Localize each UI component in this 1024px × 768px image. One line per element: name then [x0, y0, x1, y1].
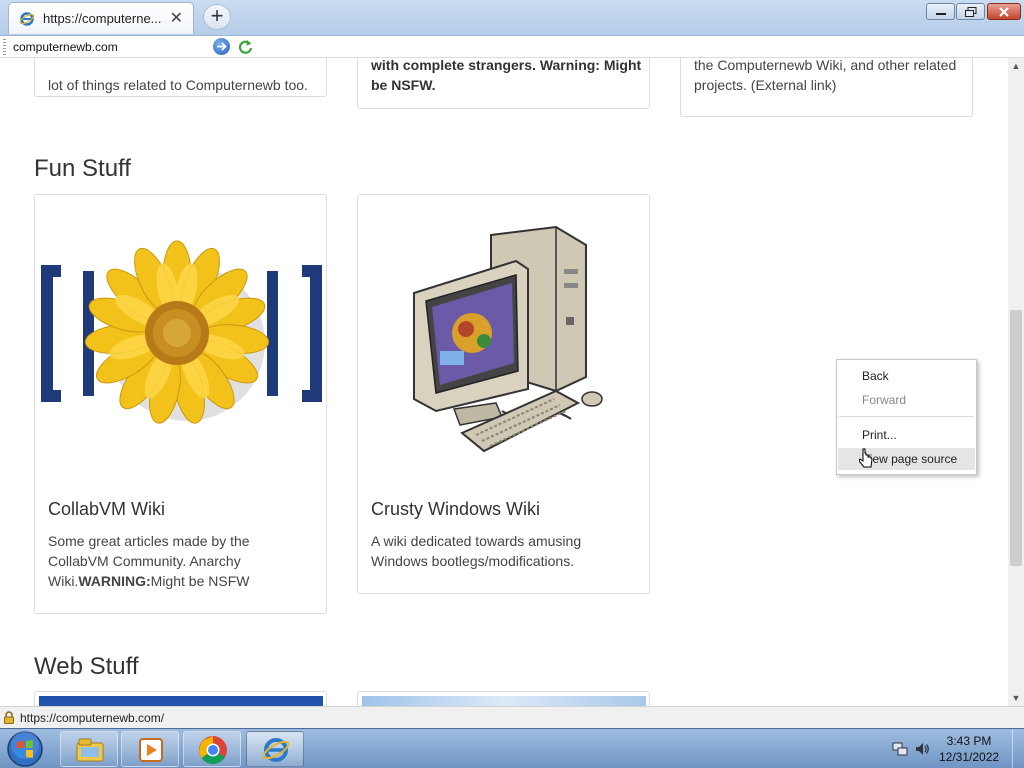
- card-title[interactable]: CollabVM Wiki: [48, 499, 165, 520]
- card-collabvm-wiki[interactable]: CollabVM Wiki Some great articles made b…: [34, 194, 327, 614]
- chrome-icon: [199, 736, 227, 764]
- explorer-icon: [76, 738, 104, 762]
- tab-close-icon[interactable]: ✕: [170, 10, 183, 27]
- address-bar: computernewb.com: [0, 36, 1024, 58]
- card-warning: be NSFW.: [371, 77, 436, 93]
- sunflower-logo-icon: [41, 240, 322, 424]
- top-card-2[interactable]: with complete strangers. Warning: Might …: [357, 58, 650, 109]
- arrow-right-icon: [217, 42, 227, 51]
- close-window-button[interactable]: [987, 3, 1021, 20]
- taskbar-explorer-button[interactable]: [60, 731, 118, 767]
- browser-tab[interactable]: https://computerne... ✕: [8, 2, 194, 34]
- lock-icon: [4, 711, 14, 724]
- card-description: Some great articles made by the CollabVM…: [48, 531, 308, 591]
- status-bar: https://computernewb.com/: [0, 706, 1024, 728]
- card-title[interactable]: Crusty Windows Wiki: [371, 499, 540, 520]
- internet-explorer-icon: [19, 11, 35, 26]
- scroll-thumb[interactable]: [1010, 310, 1022, 566]
- card-crusty-windows-wiki[interactable]: Crusty Windows Wiki A wiki dedicated tow…: [357, 194, 650, 594]
- network-icon[interactable]: [892, 741, 908, 757]
- card-description: A wiki dedicated towards amusing Windows…: [371, 533, 582, 569]
- show-desktop-button[interactable]: [1012, 729, 1024, 768]
- taskbar-chrome-button[interactable]: [183, 731, 241, 767]
- url-input[interactable]: computernewb.com: [13, 40, 118, 54]
- top-card-3[interactable]: the Computernewb Wiki, and other related…: [680, 58, 973, 117]
- card-description: the Computernewb Wiki, and other related…: [694, 58, 957, 93]
- browser-titlebar: https://computerne... ✕ +: [0, 0, 1024, 36]
- card-description-partial: with complete strangers. Warning: Might: [371, 58, 642, 73]
- status-url: https://computernewb.com/: [20, 711, 165, 725]
- mouse-cursor-icon: [859, 448, 873, 468]
- go-button[interactable]: [213, 38, 230, 55]
- media-player-icon: [139, 738, 163, 762]
- context-menu-item-forward[interactable]: Forward: [838, 389, 975, 411]
- scroll-down-arrow-icon[interactable]: ▼: [1008, 690, 1024, 706]
- clock-date: 12/31/2022: [939, 750, 1000, 764]
- context-menu-item-back[interactable]: Back: [838, 365, 975, 387]
- close-icon: [999, 6, 1009, 17]
- card-web-stuff-1[interactable]: [34, 691, 327, 706]
- card-image: [362, 696, 646, 706]
- vertical-scrollbar[interactable]: ▲ ▼: [1008, 58, 1024, 706]
- card-description-text: Might be NSFW: [150, 573, 250, 589]
- minimize-icon: [935, 12, 946, 15]
- top-card-1[interactable]: lot of things related to Computernewb to…: [34, 58, 327, 97]
- taskbar-internet-explorer-button[interactable]: [246, 731, 304, 767]
- minimize-button[interactable]: [926, 3, 955, 20]
- scroll-up-arrow-icon[interactable]: ▲: [1008, 58, 1024, 74]
- clock-time: 3:43 PM: [946, 734, 992, 748]
- refresh-icon[interactable]: [237, 38, 254, 55]
- start-button-windows-icon[interactable]: [3, 730, 47, 768]
- section-heading-web-stuff: Web Stuff: [34, 653, 139, 680]
- card-web-stuff-2[interactable]: [357, 691, 650, 706]
- section-heading-fun-stuff: Fun Stuff: [34, 155, 131, 182]
- toolbar-grip: [3, 39, 6, 55]
- new-tab-button[interactable]: +: [203, 4, 231, 30]
- card-warning: WARNING:: [78, 573, 151, 589]
- internet-explorer-icon: [262, 738, 290, 762]
- tab-title: https://computerne...: [43, 11, 162, 26]
- context-menu-separator: [839, 416, 974, 417]
- clock[interactable]: 3:43 PM 12/31/2022: [939, 733, 999, 765]
- context-menu: Back Forward Print... View page source: [836, 359, 977, 475]
- system-tray: 3:43 PM 12/31/2022: [884, 729, 1024, 768]
- taskbar-media-player-button[interactable]: [121, 731, 179, 767]
- restore-icon: [964, 6, 976, 17]
- card-description: lot of things related to Computernewb to…: [48, 77, 308, 93]
- volume-icon[interactable]: [914, 741, 930, 757]
- restore-button[interactable]: [956, 3, 985, 20]
- retro-computer-icon: [413, 225, 603, 453]
- context-menu-item-print[interactable]: Print...: [838, 424, 975, 446]
- card-image: [39, 696, 323, 706]
- taskbar: 3:43 PM 12/31/2022: [0, 728, 1024, 768]
